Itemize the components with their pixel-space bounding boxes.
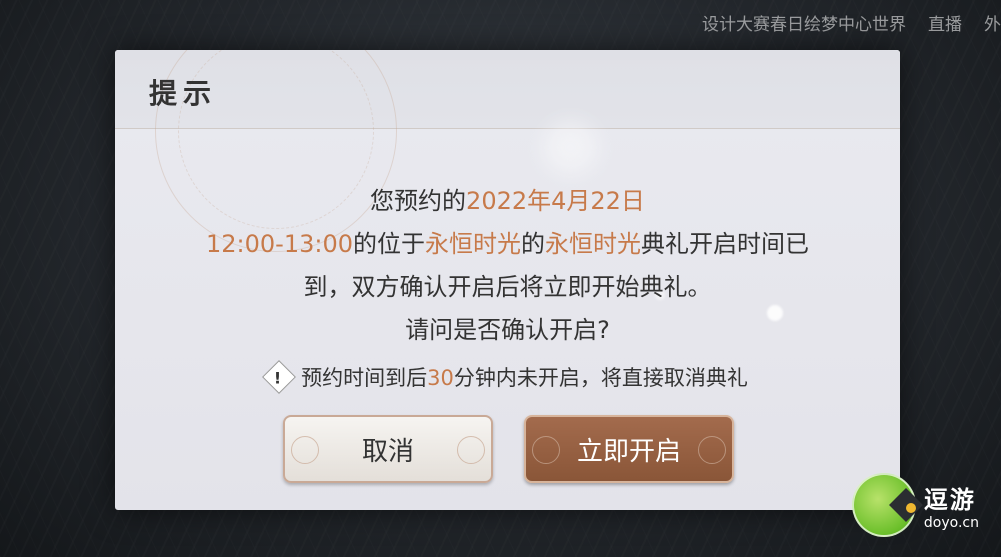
ceremony-name: 永恒时光 xyxy=(545,230,641,258)
nav-item-more[interactable]: 外 xyxy=(984,10,1001,35)
warning-text: 预约时间到后 xyxy=(301,366,428,390)
reservation-time: 12:00-13:00 xyxy=(206,230,353,258)
dialog-title: 提示 xyxy=(149,77,218,110)
confirm-question: 请问是否确认开启? xyxy=(405,316,610,344)
venue-name: 永恒时光 xyxy=(425,230,521,258)
message-text: 的位于 xyxy=(353,230,425,258)
message-text: 典礼开启时间已 xyxy=(641,230,809,258)
dialog-header: 提示 xyxy=(115,50,900,252)
nav-item-live[interactable]: 直播 xyxy=(928,10,962,35)
warning-note: ! 预约时间到后30分钟内未开启，将直接取消典礼 xyxy=(115,360,900,394)
watermark-text-en: doyo.cn xyxy=(923,514,979,531)
reservation-date: 2022年4月22日 xyxy=(466,187,645,215)
watermark-text-cn: 逗游 xyxy=(923,485,976,514)
start-now-button[interactable]: 立即开启 xyxy=(524,415,734,483)
message-text: 到，双方确认开启后将立即开始典礼。 xyxy=(303,273,712,301)
bokeh-light xyxy=(543,120,598,175)
doyo-logo-icon xyxy=(851,473,916,537)
cancel-button[interactable]: 取消 xyxy=(283,415,493,483)
confirm-dialog: 提示 您预约的2022年4月22日 12:00-13:00的位于永恒时光的永恒时… xyxy=(115,50,900,510)
warning-minutes: 30 xyxy=(427,366,454,390)
watermark-logo: 逗游 doyo.cn xyxy=(851,473,979,537)
warning-text: 分钟内未开启，将直接取消典礼 xyxy=(453,366,748,390)
dialog-message: 您预约的2022年4月22日 12:00-13:00的位于永恒时光的永恒时光典礼… xyxy=(115,180,900,352)
nav-item-event[interactable]: 设计大赛春日绘梦中心世界 xyxy=(702,10,906,35)
message-text: 的 xyxy=(521,230,545,258)
message-text: 您预约的 xyxy=(370,187,467,215)
warning-icon: ! xyxy=(262,360,297,394)
top-nav: 设计大赛春日绘梦中心世界 直播 外 xyxy=(702,10,1001,35)
